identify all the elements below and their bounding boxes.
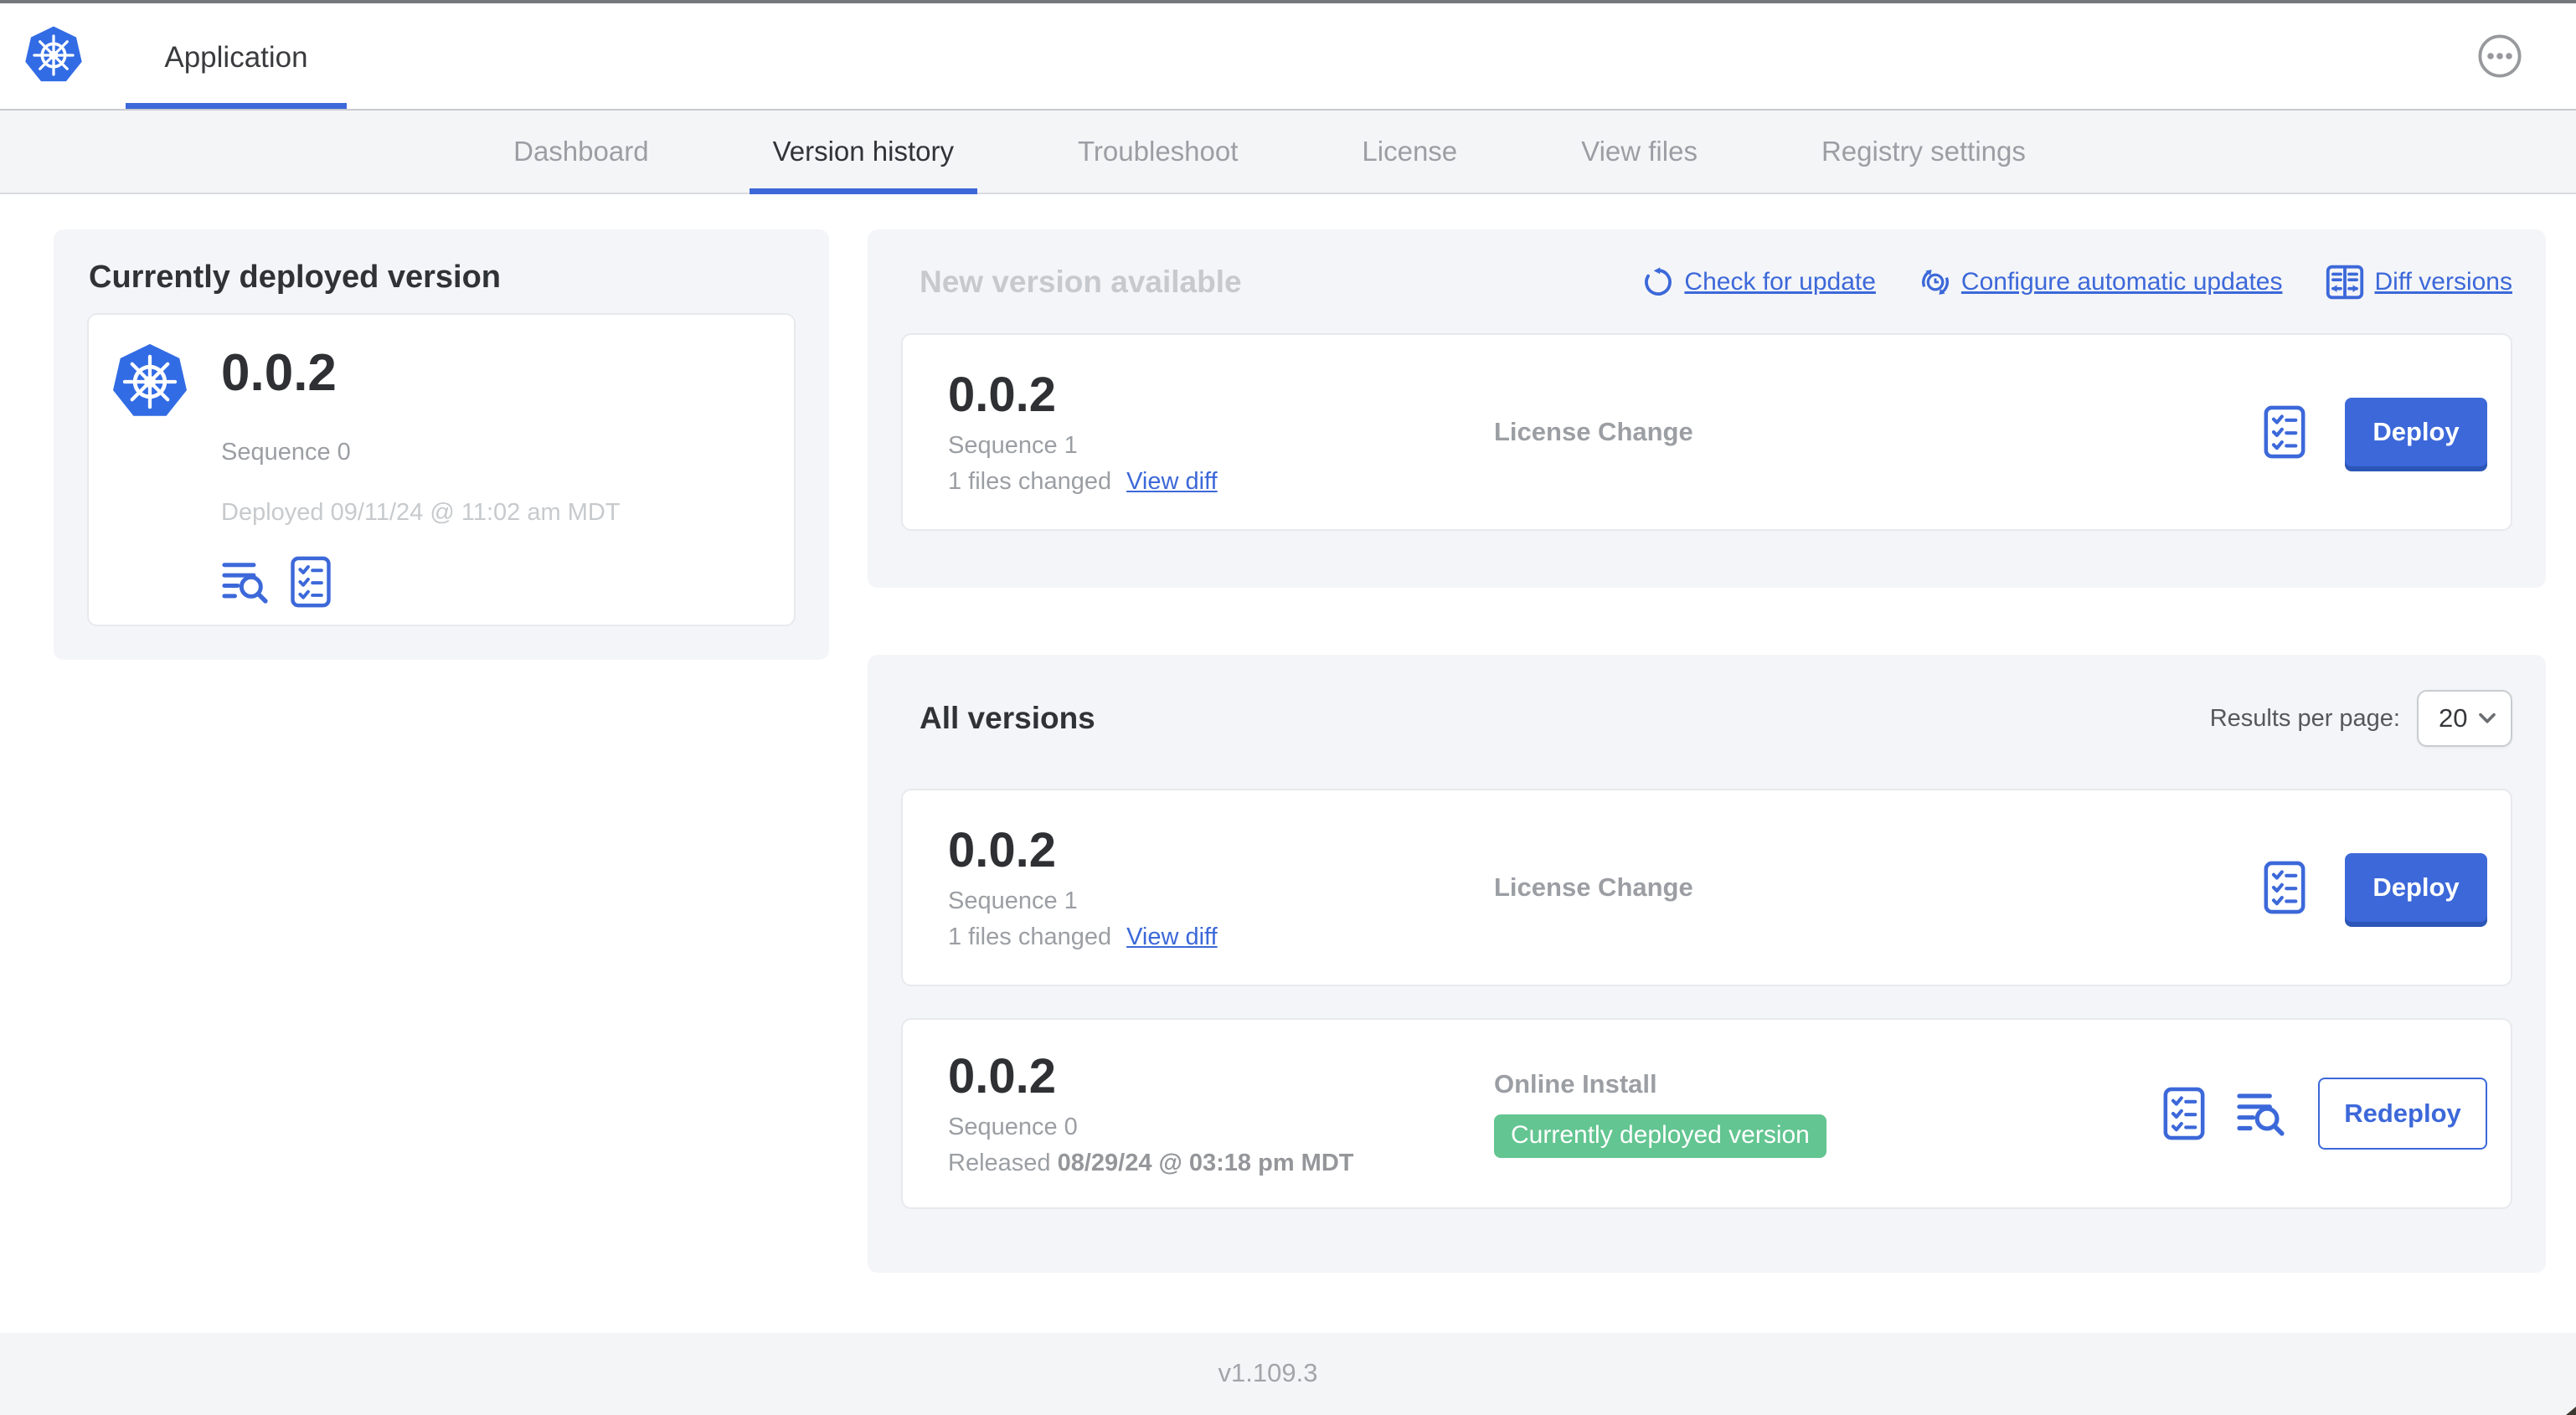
refresh-icon: [1642, 266, 1674, 298]
app-tab-active-underline: [126, 103, 347, 109]
results-per-page: Results per page: 20: [2210, 690, 2512, 747]
currently-deployed-card: 0.0.2 Sequence 0 Deployed 09/11/24 @ 11:…: [87, 313, 796, 626]
more-menu-button[interactable]: [2477, 33, 2522, 79]
diff-icon: [2326, 265, 2364, 300]
version-label: 0.0.2: [948, 368, 1056, 423]
files-changed-label: 1 files changed: [948, 923, 1112, 950]
app-title: Application: [164, 41, 308, 74]
configure-automatic-updates-link[interactable]: Configure automatic updates: [1919, 266, 2282, 298]
version-source-label: Online Install: [1494, 1069, 1657, 1099]
console-version-label: v1.109.3: [1218, 1358, 1318, 1387]
preflight-checks-icon[interactable]: [2162, 1087, 2206, 1140]
new-version-actions: Check for update Configure automatic upd…: [1642, 265, 2512, 300]
tab-view-files[interactable]: View files: [1558, 111, 1721, 193]
sequence-label: Sequence 1: [948, 887, 1078, 914]
version-label: 0.0.2: [948, 1049, 1056, 1104]
new-version-title: New version available: [920, 265, 1242, 299]
tab-active-underline: [749, 188, 977, 194]
version-source-label: License Change: [1494, 872, 1693, 902]
preflight-checks-icon[interactable]: [290, 556, 332, 608]
new-version-row: 0.0.2 Sequence 1 1 files changed View di…: [901, 333, 2512, 531]
tab-version-history[interactable]: Version history: [749, 111, 977, 194]
footer: v1.109.3: [0, 1333, 2576, 1415]
section-nav: Dashboard Version history Troubleshoot L…: [0, 109, 2576, 194]
version-source-label: License Change: [1494, 417, 1693, 446]
section-tabs: Dashboard Version history Troubleshoot L…: [0, 111, 2558, 194]
deployed-timestamp: Deployed 09/11/24 @ 11:02 am MDT: [221, 499, 621, 526]
tab-troubleshoot[interactable]: Troubleshoot: [1054, 111, 1261, 193]
preflight-checks-icon[interactable]: [2263, 861, 2306, 914]
deploy-button[interactable]: Deploy: [2345, 853, 2487, 922]
tab-license[interactable]: License: [1338, 111, 1481, 193]
diff-versions-link[interactable]: Diff versions: [2326, 265, 2512, 300]
released-date: 08/29/24 @ 03:18 pm MDT: [1057, 1149, 1354, 1176]
results-per-page-label: Results per page:: [2209, 704, 2400, 732]
released-label: Released: [948, 1149, 1051, 1176]
deploy-logs-icon[interactable]: [2236, 1090, 2288, 1137]
results-per-page-select[interactable]: 20: [2417, 690, 2512, 747]
preflight-checks-icon[interactable]: [2263, 405, 2306, 459]
sequence-label: Sequence 0: [948, 1113, 1078, 1140]
currently-deployed-title: Currently deployed version: [89, 260, 502, 295]
currently-deployed-panel: Currently deployed version 0.0.2 Sequenc…: [54, 229, 829, 660]
sequence-label: Sequence 1: [948, 431, 1078, 459]
all-versions-panel: All versions Results per page: 20 0.0.2 …: [868, 655, 2546, 1273]
kots-admin-console: Application Dashboard Version history Tr…: [0, 0, 2576, 1415]
tab-dashboard[interactable]: Dashboard: [490, 111, 672, 193]
deployed-version-label: 0.0.2: [221, 344, 337, 402]
app-tab-application[interactable]: Application: [126, 7, 347, 109]
app-icon: [111, 340, 189, 424]
deploy-logs-icon[interactable]: [221, 559, 271, 605]
view-diff-link[interactable]: View diff: [1126, 924, 1218, 951]
redeploy-button[interactable]: Redeploy: [2318, 1078, 2487, 1150]
version-row: 0.0.2 Sequence 0 Released 08/29/24 @ 03:…: [901, 1018, 2512, 1209]
currently-deployed-badge: Currently deployed version: [1494, 1114, 1826, 1158]
check-for-update-link[interactable]: Check for update: [1642, 266, 1876, 298]
view-diff-link[interactable]: View diff: [1126, 468, 1218, 496]
deploy-button[interactable]: Deploy: [2345, 398, 2487, 466]
new-version-panel: New version available Check for update C…: [868, 229, 2546, 588]
kubernetes-logo-icon: [23, 22, 84, 89]
top-bar: Application: [0, 0, 2576, 109]
version-label: 0.0.2: [948, 823, 1056, 878]
tab-registry-settings[interactable]: Registry settings: [1798, 111, 2049, 193]
chevron-down-icon: [2479, 713, 2496, 724]
files-changed-label: 1 files changed: [948, 467, 1112, 495]
version-row: 0.0.2 Sequence 1 1 files changed View di…: [901, 789, 2512, 986]
all-versions-title: All versions: [920, 701, 1095, 735]
ellipsis-icon: [2477, 33, 2522, 79]
clock-refresh-icon: [1919, 266, 1951, 298]
deployed-sequence-label: Sequence 0: [221, 439, 351, 466]
